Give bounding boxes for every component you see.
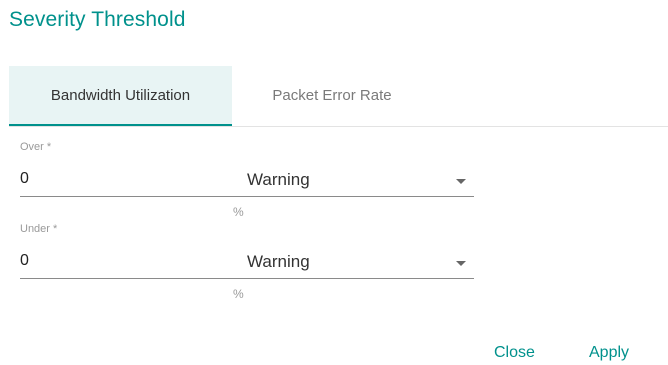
over-severity-select[interactable]: Warning — [247, 170, 310, 190]
dialog-title: Severity Threshold — [9, 8, 186, 31]
severity-threshold-dialog: Severity Threshold Bandwidth Utilization… — [0, 0, 668, 365]
tab-bar: Bandwidth Utilization Packet Error Rate — [9, 66, 668, 127]
under-severity-select[interactable]: Warning — [247, 252, 310, 272]
over-unit: % — [233, 205, 244, 219]
caret-down-icon[interactable] — [456, 179, 466, 184]
tab-bandwidth-utilization[interactable]: Bandwidth Utilization — [9, 66, 232, 126]
caret-down-icon[interactable] — [456, 261, 466, 266]
over-label: Over * — [20, 141, 52, 153]
under-value-input[interactable]: 0 — [20, 252, 29, 270]
under-unit: % — [233, 287, 244, 301]
over-value-input[interactable]: 0 — [20, 170, 29, 188]
under-label: Under * — [20, 223, 58, 235]
apply-button[interactable]: Apply — [589, 344, 629, 362]
under-row: 0 Warning — [20, 248, 474, 279]
close-button[interactable]: Close — [494, 344, 535, 362]
tab-packet-error-rate[interactable]: Packet Error Rate — [232, 66, 432, 125]
over-row: 0 Warning — [20, 166, 474, 197]
